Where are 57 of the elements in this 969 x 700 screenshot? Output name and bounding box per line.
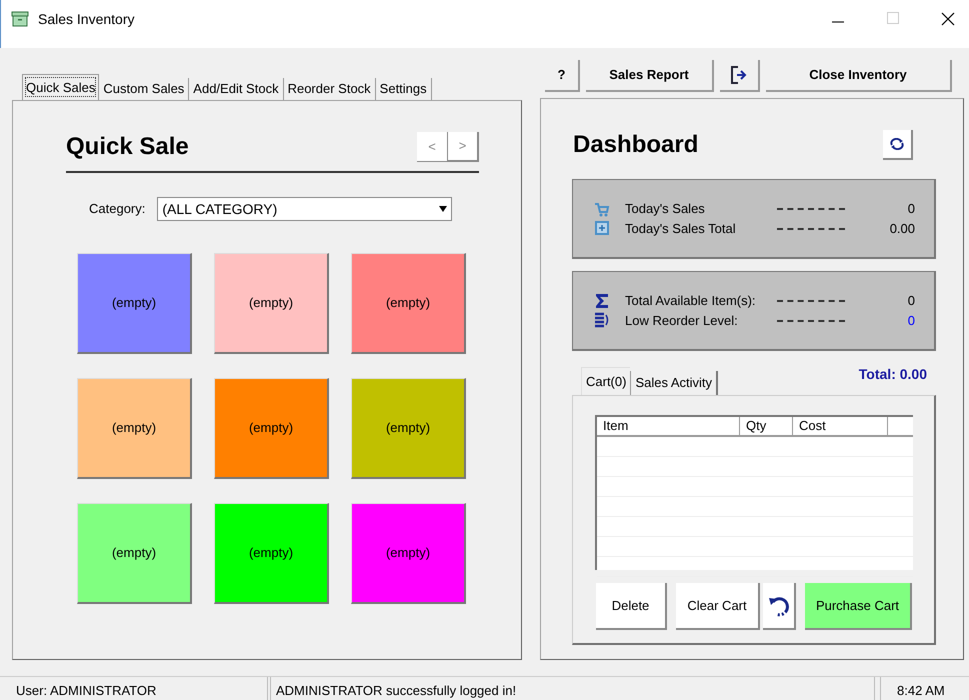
stat-label: Today's Sales Total [625, 220, 737, 238]
window-title: Sales Inventory [38, 10, 134, 29]
clear-cart-button[interactable]: Clear Cart [676, 583, 760, 630]
tab[interactable]: Sales Activity [630, 371, 718, 395]
product-tile[interactable]: (empty) [351, 503, 466, 604]
stat-value: 0.00 [890, 220, 915, 238]
category-label: Category: [89, 200, 146, 218]
list-icon [594, 312, 610, 328]
stat-label: Total Available Item(s): [625, 292, 757, 310]
status-time: 8:42 AM [880, 677, 969, 700]
stat-value: 0 [908, 292, 915, 310]
previous-button[interactable]: < [417, 132, 448, 162]
help-button[interactable]: ? [545, 60, 580, 92]
leader-line [777, 300, 845, 302]
sigma-icon [595, 293, 609, 309]
product-tile[interactable]: (empty) [351, 378, 466, 479]
rotate-icon [768, 594, 790, 616]
exit-arrow-icon [729, 65, 749, 85]
delete-button[interactable]: Delete [596, 583, 667, 630]
product-tile[interactable]: (empty) [214, 378, 329, 479]
column-header[interactable]: Qty [740, 417, 793, 435]
column-header[interactable]: Item [597, 417, 740, 435]
column-header[interactable]: Cost [793, 417, 888, 435]
close-inventory-button[interactable]: Close Inventory [766, 60, 952, 92]
section-heading: Quick Sale [66, 132, 189, 162]
stat-value: 0 [908, 312, 915, 330]
leader-line [777, 228, 845, 230]
tab[interactable]: Quick Sales [22, 74, 100, 100]
product-tile[interactable]: (empty) [214, 503, 329, 604]
stat-label: Low Reorder Level: [625, 312, 739, 330]
sales-report-button[interactable]: Sales Report [586, 60, 714, 92]
product-tile[interactable]: (empty) [77, 503, 192, 604]
leader-line [777, 320, 845, 322]
app-icon [11, 11, 29, 27]
maximize-icon [887, 12, 899, 24]
status-message: ADMINISTRATOR successfully logged in! [270, 677, 875, 700]
refresh-icon [890, 138, 904, 150]
close-icon[interactable] [941, 12, 955, 26]
stat-value: 0 [908, 200, 915, 218]
cart-icon [594, 202, 610, 218]
product-tile[interactable]: (empty) [214, 253, 329, 354]
section-heading: Dashboard [573, 130, 698, 160]
next-button[interactable]: > [448, 132, 479, 162]
purchase-cart-button[interactable]: Purchase Cart [805, 583, 912, 630]
refresh-button[interactable] [883, 130, 913, 160]
calculator-icon [595, 221, 609, 235]
status-user: User: ADMINISTRATOR [0, 677, 268, 700]
product-tile[interactable]: (empty) [77, 253, 192, 354]
leader-line [777, 208, 845, 210]
product-tile[interactable]: (empty) [77, 378, 192, 479]
cart-total: Total: 0.00 [858, 365, 927, 384]
stat-label: Today's Sales [625, 200, 706, 218]
tab[interactable]: Cart(0) [581, 367, 630, 395]
undo-button[interactable] [763, 583, 796, 630]
dropdown-arrow-icon [438, 206, 448, 212]
category-dropdown[interactable]: (ALL CATEGORY) [157, 197, 452, 221]
product-tile[interactable]: (empty) [351, 253, 466, 354]
